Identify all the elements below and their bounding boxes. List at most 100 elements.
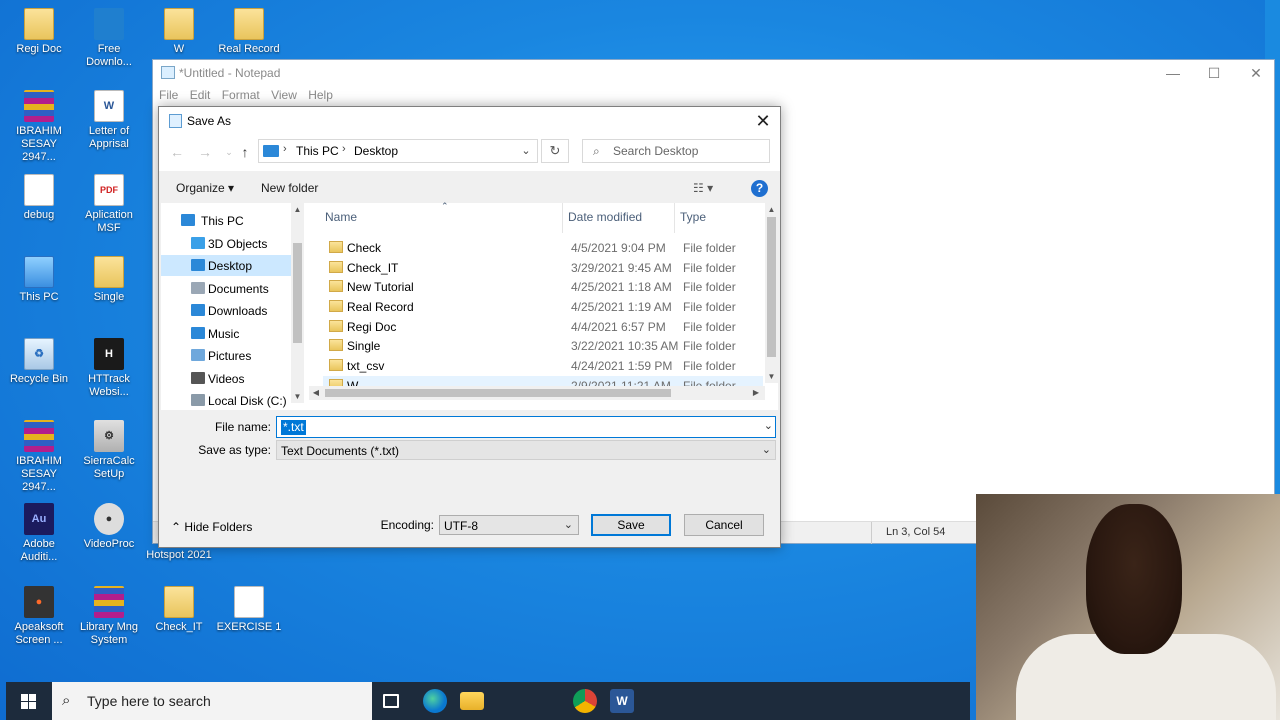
close-button[interactable]: ✕: [1239, 63, 1273, 83]
notepad-title-bar[interactable]: *Untitled - Notepad — ☐ ✕: [153, 60, 1274, 86]
back-arrow-icon[interactable]: ←: [169, 144, 185, 160]
edge-browser-icon[interactable]: [423, 689, 447, 713]
computer-icon: [24, 256, 54, 288]
encoding-select[interactable]: UTF-8 ⌄: [439, 515, 579, 535]
file-row[interactable]: Regi Doc 4/4/2021 6:57 PM File folder: [323, 317, 763, 336]
save-as-type-value: Text Documents (*.txt): [281, 444, 400, 458]
search-box[interactable]: ⌕: [582, 139, 770, 163]
desktop-icon-letter-of-apprisal[interactable]: W Letter of Apprisal: [74, 90, 144, 151]
column-header-type[interactable]: Type: [680, 210, 706, 224]
chrome-browser-icon[interactable]: [573, 689, 597, 713]
desktop-icon-videoproc[interactable]: ● VideoProc: [74, 503, 144, 551]
file-row[interactable]: New Tutorial 4/25/2021 1:18 AM File fold…: [323, 277, 763, 296]
column-header-name[interactable]: Name: [325, 210, 357, 224]
maximize-button[interactable]: ☐: [1197, 63, 1231, 83]
start-button[interactable]: [6, 682, 52, 720]
minimize-button[interactable]: —: [1156, 63, 1190, 83]
new-folder-button[interactable]: New folder: [261, 181, 318, 195]
scrollbar-thumb[interactable]: [767, 217, 776, 357]
scrollbar-thumb[interactable]: [325, 389, 671, 397]
desktop-icon-hotspot[interactable]: Hotspot 2021: [144, 549, 214, 562]
address-bar[interactable]: › This PC › Desktop ⌄: [258, 139, 538, 163]
recent-locations-chevron-icon[interactable]: ⌄: [221, 144, 237, 160]
menu-edit[interactable]: Edit: [190, 88, 211, 102]
scroll-down-arrow-icon[interactable]: ▼: [765, 370, 778, 383]
save-button[interactable]: Save: [591, 514, 671, 536]
desktop-icon-regi-doc[interactable]: Regi Doc: [4, 8, 74, 56]
menu-view[interactable]: View: [271, 88, 297, 102]
breadcrumb-desktop[interactable]: Desktop: [354, 144, 398, 158]
refresh-button[interactable]: ↻: [541, 139, 569, 163]
word-app-icon[interactable]: W: [610, 689, 634, 713]
column-separator[interactable]: [562, 203, 563, 233]
nav-item-3d-objects[interactable]: 3D Objects: [161, 233, 291, 254]
menu-file[interactable]: File: [159, 88, 178, 102]
scrollbar-thumb[interactable]: [293, 243, 302, 343]
menu-help[interactable]: Help: [308, 88, 333, 102]
file-row[interactable]: Single 3/22/2021 10:35 AM File folder: [323, 336, 763, 355]
nav-item-this-pc[interactable]: This PC: [161, 210, 291, 231]
desktop-icon-httrack[interactable]: H HTTrack Websi...: [74, 338, 144, 399]
chevron-down-icon[interactable]: ⌄: [764, 419, 773, 432]
file-row[interactable]: Real Record 4/25/2021 1:19 AM File folde…: [323, 297, 763, 316]
help-button[interactable]: ?: [751, 180, 768, 197]
scroll-up-arrow-icon[interactable]: ▲: [291, 203, 304, 216]
desktop-icon-ibrahim-2[interactable]: IBRAHIM SESAY 2947...: [4, 420, 74, 494]
nav-item-music[interactable]: Music: [161, 323, 291, 344]
desktop-icon-debug[interactable]: debug: [4, 174, 74, 222]
nav-pane-scrollbar[interactable]: ▲ ▼: [291, 203, 304, 403]
forward-arrow-icon[interactable]: →: [197, 144, 213, 160]
nav-item-local-disk[interactable]: Local Disk (C:): [161, 390, 291, 411]
file-name-field[interactable]: *.txt ⌄: [276, 416, 776, 438]
scroll-down-arrow-icon[interactable]: ▼: [291, 390, 304, 403]
notepad-title: *Untitled - Notepad: [179, 66, 281, 80]
desktop-icon-ibrahim[interactable]: IBRAHIM SESAY 2947...: [4, 90, 74, 164]
desktop-icon-library-mng[interactable]: Library Mng System: [74, 586, 144, 647]
desktop-icon-single[interactable]: Single: [74, 256, 144, 304]
dialog-title-bar[interactable]: Save As ✕: [159, 107, 780, 135]
chevron-down-icon[interactable]: ⌄: [515, 140, 537, 162]
desktop-icon-adobe-audition[interactable]: Au Adobe Auditi...: [4, 503, 74, 564]
nav-item-downloads[interactable]: Downloads: [161, 300, 291, 321]
desktop-icon-this-pc[interactable]: This PC: [4, 256, 74, 304]
breadcrumb-chevron-icon: ›: [342, 143, 346, 155]
desktop-icon-apeaksoft[interactable]: ● Apeaksoft Screen ...: [4, 586, 74, 647]
view-options-icon[interactable]: ☷ ▾: [693, 181, 713, 195]
scroll-up-arrow-icon[interactable]: ▲: [765, 203, 778, 216]
desktop-icon-free-download[interactable]: Free Downlo...: [74, 8, 144, 69]
horizontal-scrollbar[interactable]: ◀ ▶: [309, 386, 765, 400]
file-row[interactable]: txt_csv 4/24/2021 1:59 PM File folder: [323, 356, 763, 375]
desktop-icon-recycle-bin[interactable]: ♻ Recycle Bin: [4, 338, 74, 386]
file-row[interactable]: Check_IT 3/29/2021 9:45 AM File folder: [323, 258, 763, 277]
nav-item-documents[interactable]: Documents: [161, 278, 291, 299]
desktop-icon-sierracalc[interactable]: ⚙ SierraCalc SetUp: [74, 420, 144, 481]
close-button[interactable]: ✕: [752, 110, 774, 132]
file-name-value[interactable]: *.txt: [281, 420, 306, 435]
taskbar-search[interactable]: ⌕ Type here to search: [52, 682, 372, 720]
up-arrow-icon[interactable]: ↑: [237, 144, 253, 160]
desktop-icon-check-it[interactable]: Check_IT: [144, 586, 214, 634]
hide-folders-button[interactable]: ⌃ Hide Folders: [171, 520, 252, 534]
search-input[interactable]: [613, 143, 763, 159]
breadcrumb-this-pc[interactable]: This PC: [296, 144, 339, 158]
nav-item-videos[interactable]: Videos: [161, 368, 291, 389]
file-list-scrollbar[interactable]: ▲ ▼: [765, 203, 778, 383]
scroll-left-arrow-icon[interactable]: ◀: [309, 386, 323, 400]
file-explorer-icon[interactable]: [460, 692, 484, 710]
save-as-type-select[interactable]: Text Documents (*.txt) ⌄: [276, 440, 776, 460]
file-row[interactable]: Check 4/5/2021 9:04 PM File folder: [323, 238, 763, 257]
scroll-right-arrow-icon[interactable]: ▶: [749, 386, 763, 400]
desktop-icon-real-record[interactable]: Real Record: [214, 8, 284, 56]
desktop-icon-w[interactable]: W: [144, 8, 214, 56]
task-view-icon[interactable]: [383, 694, 399, 708]
desktop-icon-aplication-msf[interactable]: PDF Aplication MSF: [74, 174, 144, 235]
nav-item-pictures[interactable]: Pictures: [161, 345, 291, 366]
menu-format[interactable]: Format: [222, 88, 260, 102]
column-separator[interactable]: [674, 203, 675, 233]
desktop-icon-exercise-1[interactable]: EXERCISE 1: [214, 586, 284, 634]
cancel-button[interactable]: Cancel: [684, 514, 764, 536]
organize-button[interactable]: Organize ▾: [176, 181, 234, 195]
column-header-date[interactable]: Date modified: [568, 210, 642, 224]
nav-item-desktop[interactable]: Desktop: [161, 255, 291, 276]
save-as-dialog[interactable]: Save As ✕ ← → ⌄ ↑ › This PC › Desktop ⌄ …: [158, 106, 781, 548]
